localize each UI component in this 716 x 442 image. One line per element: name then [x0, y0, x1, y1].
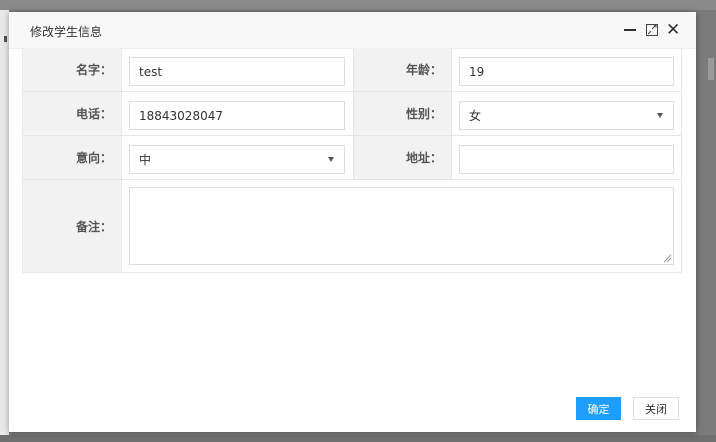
gender-select[interactable]: 女	[459, 101, 674, 130]
gender-select-value: 女	[469, 109, 482, 123]
dropdown-arrow-icon	[657, 113, 663, 118]
age-label: 年龄：	[353, 48, 452, 91]
maximize-icon[interactable]	[645, 21, 659, 39]
remark-label: 备注：	[23, 180, 122, 272]
edit-student-dialog: 修改学生信息 ✕ 名字： test 年龄： 19 电话： 18843028047…	[9, 12, 696, 432]
gender-label: 性别：	[353, 92, 452, 135]
confirm-button[interactable]: 确定	[576, 397, 621, 420]
background-scrollbar	[708, 58, 714, 80]
dialog-titlebar: 修改学生信息 ✕	[9, 12, 696, 49]
background-top-strip	[0, 0, 716, 10]
phone-input[interactable]: 18843028047	[129, 101, 345, 130]
dropdown-arrow-icon	[328, 157, 334, 162]
form-row-name-age: 名字： test 年龄： 19	[23, 48, 681, 92]
intention-label: 意向：	[23, 136, 122, 179]
student-form: 名字： test 年龄： 19 电话： 18843028047 性别： 女 意向…	[22, 48, 682, 273]
background-marker	[4, 36, 7, 42]
minimize-icon[interactable]	[623, 21, 637, 39]
form-row-intention-address: 意向： 中 地址：	[23, 136, 681, 180]
close-button[interactable]: 关闭	[633, 397, 679, 420]
background-right-edge	[696, 10, 716, 442]
intention-select[interactable]: 中	[129, 145, 345, 174]
address-label: 地址：	[353, 136, 452, 179]
name-input[interactable]: test	[129, 57, 345, 86]
address-input[interactable]	[459, 145, 674, 174]
phone-label: 电话：	[23, 92, 122, 135]
form-row-phone-gender: 电话： 18843028047 性别： 女	[23, 92, 681, 136]
dialog-title: 修改学生信息	[30, 25, 103, 39]
form-row-remark: 备注：	[23, 180, 681, 273]
name-label: 名字：	[23, 48, 122, 91]
close-icon[interactable]: ✕	[666, 21, 680, 39]
background-left-edge	[0, 10, 9, 442]
remark-textarea[interactable]	[129, 187, 674, 265]
intention-select-value: 中	[139, 153, 152, 167]
background-bottom-strip	[0, 435, 716, 442]
age-input[interactable]: 19	[459, 57, 674, 86]
